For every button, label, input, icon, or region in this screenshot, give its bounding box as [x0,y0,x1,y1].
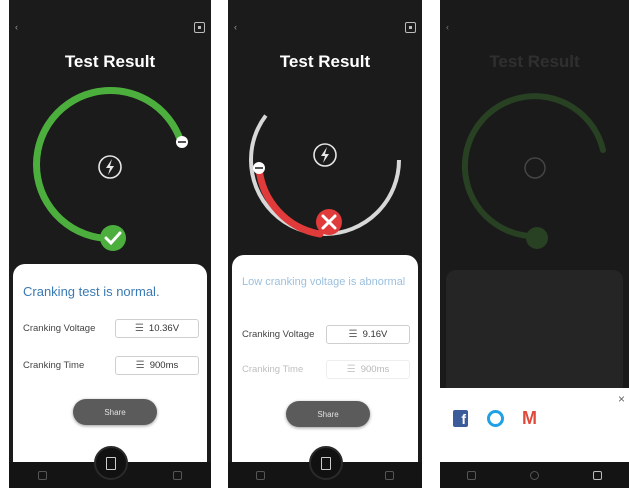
tab-icon [255,470,265,480]
tab-icon [38,470,48,480]
tab-icon [593,470,602,480]
slider-icon: ☰ [346,363,356,375]
voltage-value: 10.36V [148,322,180,334]
time-label: Cranking Time [242,363,304,375]
share-sheet: × f M [440,388,629,462]
tab-icon [467,470,476,480]
status-bar [9,0,211,14]
voltage-label: Cranking Voltage [242,328,315,340]
report-fab[interactable] [94,446,128,480]
time-row: Cranking Time ☰ 900ms [23,355,199,375]
voltage-label: Cranking Voltage [23,322,96,334]
tab-left[interactable] [452,470,492,480]
share-button[interactable]: Share [286,401,370,427]
result-gauge [249,84,401,238]
result-message: Low cranking voltage is abnormal [242,276,406,288]
voltage-row: Cranking Voltage ☰ 9.16V [242,324,410,344]
time-value: 900ms [149,359,179,371]
voltage-row: Cranking Voltage ☰ 10.36V [23,318,199,338]
print-icon[interactable] [194,21,205,33]
minus-icon [178,141,186,143]
result-card: Low cranking voltage is abnormal Crankin… [232,255,418,462]
print-icon[interactable] [405,21,416,33]
slider-icon: ☰ [134,322,144,334]
tab-center[interactable] [515,470,555,480]
close-button[interactable]: × [618,392,625,406]
result-card: Cranking test is normal. Cranking Voltag… [13,264,207,462]
nav-bar: ‹ [9,16,211,38]
tab-bar [440,462,629,488]
gauge-progress-arc [255,164,324,238]
back-button[interactable]: ‹ [234,22,237,32]
phone-screen-normal: ‹ Test Result Cranking test is normal. C… [9,0,211,488]
tab-right[interactable] [370,470,410,480]
time-label: Cranking Time [23,359,85,371]
nav-bar: ‹ [228,16,422,38]
gmail-icon[interactable]: M [522,408,537,429]
tab-icon [385,470,395,480]
tab-icon [172,470,182,480]
twitter-icon[interactable] [487,410,504,427]
tab-right[interactable] [157,470,197,480]
time-value-box: ☰ 900ms [115,355,199,375]
chevron-left-icon: ‹ [234,22,237,32]
tab-icon [530,470,539,480]
time-value: 900ms [360,363,390,375]
minus-icon [255,167,263,169]
status-bar [228,0,422,14]
report-fab[interactable] [309,446,343,480]
tab-left[interactable] [23,470,63,480]
slider-icon: ☰ [135,359,145,371]
result-message: Cranking test is normal. [23,284,160,299]
result-gauge [33,86,188,251]
slider-icon: ☰ [348,328,358,340]
phone-screen-share: ‹ Test Result × f M [440,0,629,488]
document-icon [321,456,331,470]
document-icon [106,456,116,470]
voltage-value-box: ☰ 10.36V [115,318,199,338]
stage: ‹ Test Result Cranking test is normal. C… [0,0,629,488]
voltage-value: 9.16V [362,328,388,340]
time-value-box: ☰ 900ms [326,359,410,379]
tab-left[interactable] [240,470,280,480]
pass-check-icon [100,225,126,251]
share-button[interactable]: Share [73,399,157,425]
chevron-left-icon: ‹ [15,22,18,32]
voltage-value-box: ☰ 9.16V [326,324,410,344]
time-row: Cranking Time ☰ 900ms [242,359,410,379]
phone-screen-abnormal: ‹ Test Result Low cranking voltage is ab… [228,0,422,488]
tab-right[interactable] [578,470,618,480]
back-button[interactable]: ‹ [15,22,18,32]
facebook-icon[interactable]: f [453,410,468,427]
